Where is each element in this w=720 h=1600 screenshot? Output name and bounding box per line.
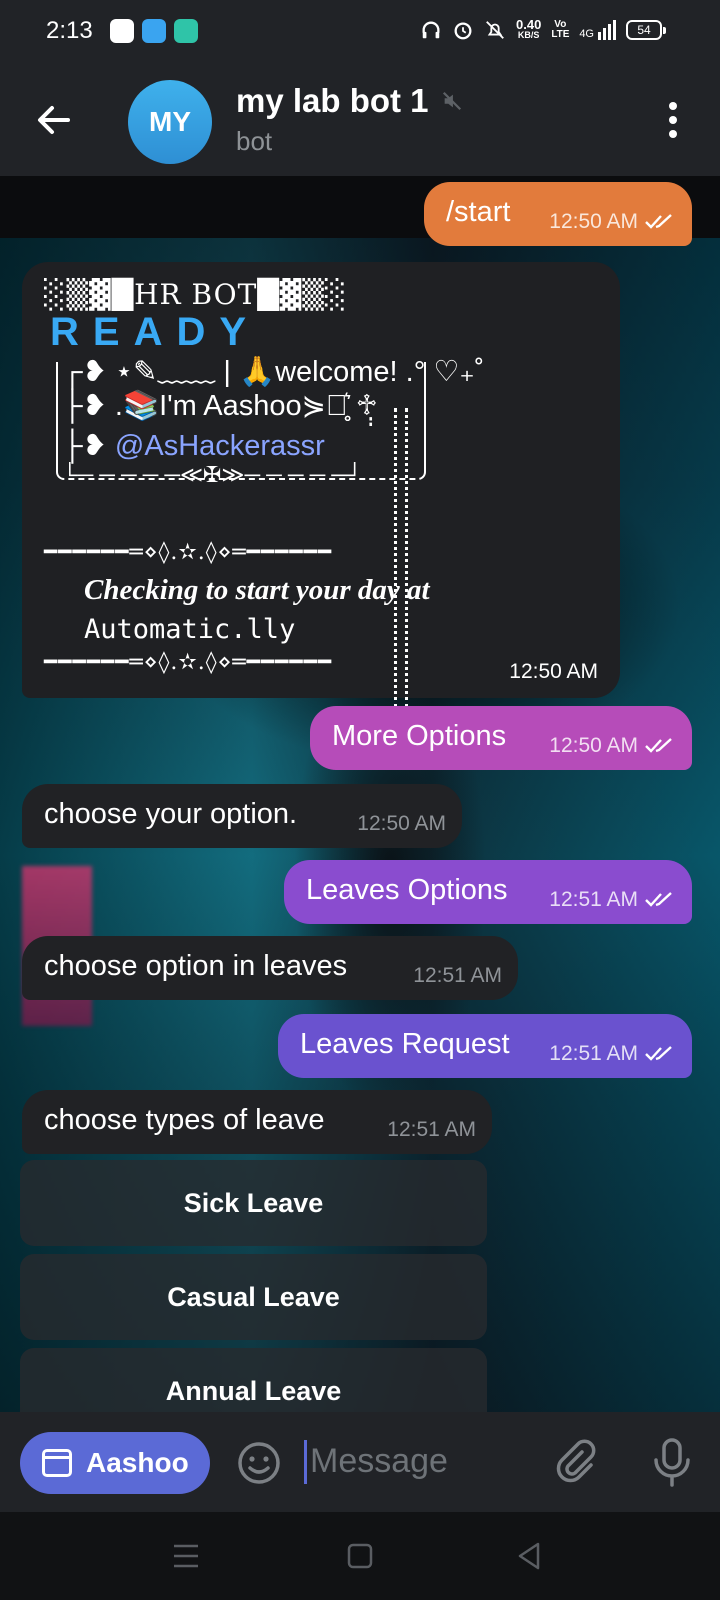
- card-checking-text: Checking to start your day at: [84, 574, 430, 606]
- back-nav-icon[interactable]: [512, 1538, 548, 1574]
- arrow-left-icon[interactable]: [30, 96, 78, 144]
- home-icon[interactable]: [342, 1538, 378, 1574]
- message-time: 12:51 AM: [387, 1118, 476, 1141]
- message-input-bar: Aashoo: [0, 1412, 720, 1512]
- message-input[interactable]: [310, 1442, 530, 1481]
- microphone-icon[interactable]: [648, 1436, 696, 1488]
- keyboard-button-casual-leave[interactable]: Casual Leave: [20, 1254, 487, 1340]
- message-text: Leaves Options: [306, 874, 508, 906]
- message-out[interactable]: Leaves Request 12:51 AM: [278, 1014, 692, 1078]
- message-text: /start: [446, 196, 511, 228]
- paperclip-icon[interactable]: [552, 1438, 600, 1486]
- message-text: choose your option.: [44, 798, 298, 830]
- message-text: choose option in leaves: [44, 950, 348, 982]
- message-time: 12:51 AM: [549, 888, 638, 911]
- chat-header: MY my lab bot 1 bot: [0, 62, 720, 176]
- recent-apps-icon[interactable]: [168, 1538, 204, 1574]
- system-nav-bar: [0, 1512, 720, 1600]
- message-time: 12:50 AM: [549, 210, 638, 233]
- message-meta: 12:50 AM: [549, 210, 676, 234]
- double-check-icon: [645, 214, 672, 229]
- message-in[interactable]: choose option in leaves 12:51 AM: [22, 936, 518, 1000]
- message-out[interactable]: Leaves Options 12:51 AM: [284, 860, 692, 924]
- status-time: 2:13: [46, 17, 93, 44]
- card-handle-link[interactable]: @AsHackerassr: [115, 430, 325, 462]
- youtube-icon: [110, 19, 134, 43]
- double-check-icon: [645, 738, 672, 753]
- app-notification-icon: [142, 19, 166, 43]
- smiley-icon[interactable]: [236, 1440, 282, 1486]
- network-speed: 0.40 KB/S: [516, 17, 542, 40]
- alarm-icon: [454, 22, 472, 40]
- headphones-icon: [422, 21, 440, 39]
- card-decorative-pillar: [394, 408, 408, 708]
- chat-title-text: my lab bot 1: [236, 82, 429, 119]
- bot-menu-label: Aashoo: [86, 1447, 189, 1478]
- keyboard-button-annual-leave[interactable]: Annual Leave: [20, 1348, 487, 1412]
- double-check-icon: [645, 1046, 672, 1061]
- message-time: 12:51 AM: [549, 1042, 638, 1065]
- message-text: Leaves Request: [300, 1028, 510, 1060]
- keyboard-button-sick-leave[interactable]: Sick Leave: [20, 1160, 487, 1246]
- battery-indicator: 54: [626, 20, 666, 40]
- message-in[interactable]: choose types of leave 12:51 AM: [22, 1090, 492, 1154]
- app-notification-icon-2: [174, 19, 198, 43]
- message-text: More Options: [332, 720, 507, 752]
- card-divider-top: ━━━━━━═⋄◊.✫.◊⋄═━━━━━━: [44, 540, 333, 565]
- kebab-menu-icon[interactable]: [666, 100, 680, 140]
- double-check-icon: [645, 892, 672, 907]
- card-automatic-text: Automatic.lly: [84, 614, 296, 645]
- chat-title[interactable]: my lab bot 1: [236, 82, 463, 120]
- message-time: 12:50 AM: [357, 812, 446, 835]
- bell-off-icon: [486, 21, 504, 39]
- text-cursor: [304, 1440, 307, 1484]
- card-divider-bottom: ━━━━━━═⋄◊.✫.◊⋄═━━━━━━: [44, 650, 333, 675]
- message-meta: 12:51 AM: [549, 1042, 676, 1066]
- chat-area[interactable]: /start 12:50 AM ░▒▓█HR BOT█▓▒░ READY ┌❥ …: [0, 176, 720, 1412]
- message-meta: 12:50 AM: [549, 734, 676, 758]
- bot-menu-icon: [42, 1449, 72, 1477]
- chat-subtitle: bot: [236, 126, 273, 156]
- message-out[interactable]: More Options 12:50 AM: [310, 706, 692, 770]
- message-text: choose types of leave: [44, 1104, 325, 1136]
- bot-menu-button[interactable]: Aashoo: [20, 1432, 210, 1494]
- message-meta: 12:51 AM: [549, 888, 676, 912]
- welcome-card-message[interactable]: ░▒▓█HR BOT█▓▒░ READY ┌❥ ⋆✎﹏﹏ | 🙏welcome!…: [22, 262, 620, 708]
- card-frame-bottom: └─ ─ ─ ─ ─≪✠≫─ ─ ─ ─ ─┘: [62, 462, 363, 487]
- muted-speaker-icon: [442, 91, 461, 111]
- card-name-line: ├❥ .📚I'm Aashoo⋟⋆̥̥͛ ♱̣̣: [62, 390, 378, 422]
- card-header: ░▒▓█HR BOT█▓▒░: [44, 278, 348, 311]
- message-time: 12:50 AM: [509, 660, 598, 683]
- card-welcome-line: ┌❥ ⋆✎﹏﹏ | 🙏welcome! .° ♡₊˚: [62, 356, 485, 388]
- status-bar: 2:13 0.40 KB/S Vo LTE 4G 54: [0, 0, 720, 62]
- card-handle-line: ├❥ @AsHackerassr: [62, 430, 325, 462]
- volte-indicator: Vo LTE: [551, 19, 570, 40]
- signal-4g: 4G: [579, 20, 616, 40]
- message-out[interactable]: /start 12:50 AM: [424, 182, 692, 246]
- message-time: 12:51 AM: [413, 964, 502, 987]
- status-indicators: 0.40 KB/S Vo LTE 4G 54: [420, 17, 666, 41]
- avatar[interactable]: MY: [128, 80, 212, 164]
- message-time: 12:50 AM: [549, 734, 638, 757]
- notification-icons: [110, 19, 198, 43]
- message-in[interactable]: choose your option. 12:50 AM: [22, 784, 462, 848]
